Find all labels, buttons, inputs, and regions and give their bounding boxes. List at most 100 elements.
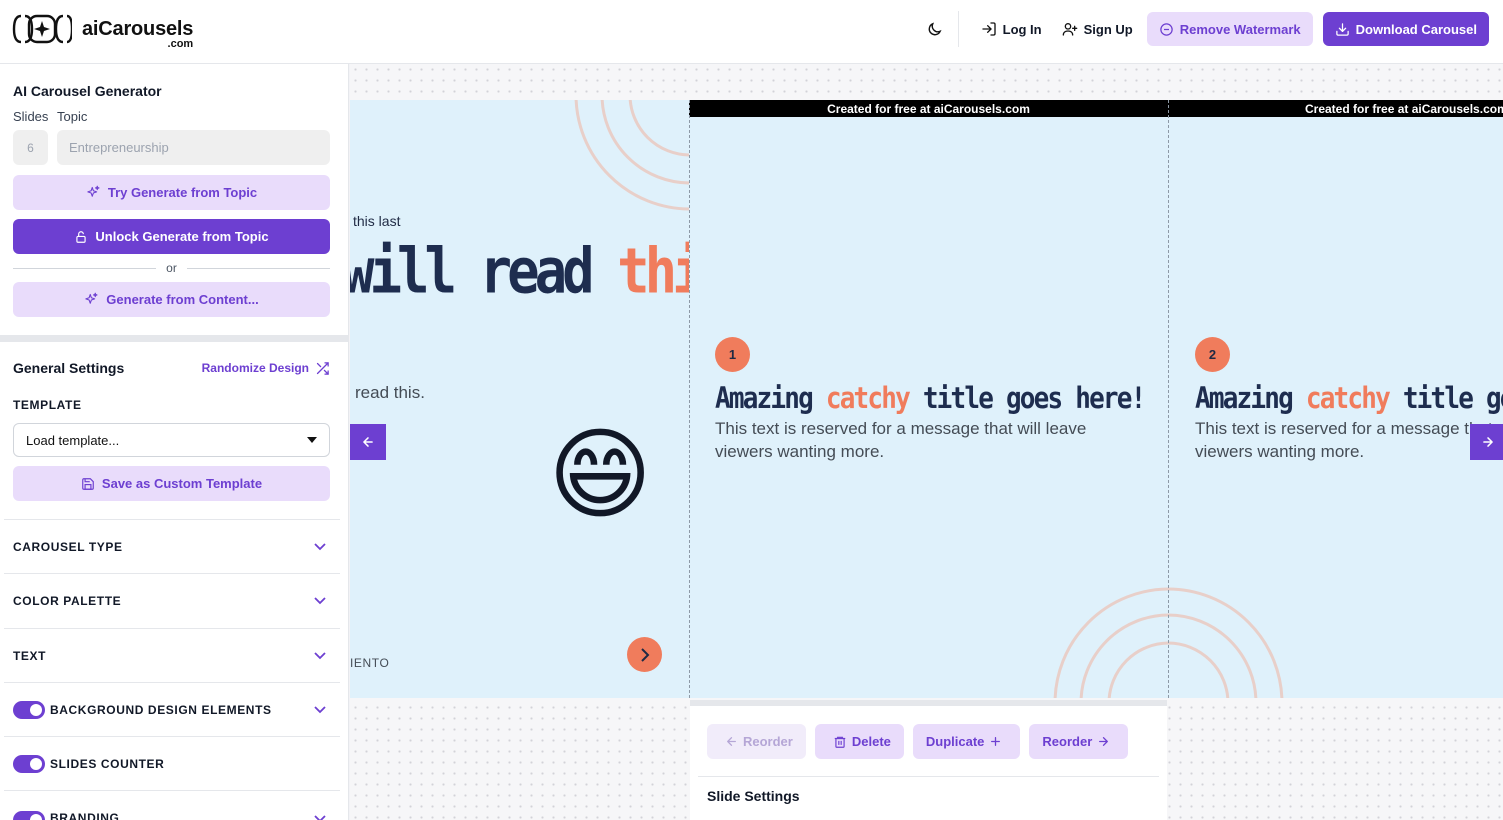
arrow-left-icon: [363, 437, 373, 447]
or-label: or: [166, 261, 177, 275]
accordion-background-design-elements[interactable]: BACKGROUND DESIGN ELEMENTS: [4, 682, 340, 736]
accordion-label: BACKGROUND DESIGN ELEMENTS: [50, 702, 272, 717]
delete-label: Delete: [851, 734, 891, 749]
brand-logo[interactable]: aiCarousels .com: [12, 14, 193, 50]
slide-boundary: [1168, 100, 1169, 698]
save-template-label: Save as Custom Template: [101, 476, 263, 491]
emoji-image: 😄: [548, 419, 653, 531]
sparkles-icon: [87, 185, 100, 197]
signup-button[interactable]: Sign Up: [1054, 12, 1141, 46]
signup-label: Sign Up: [1083, 21, 1133, 37]
slides-count-input[interactable]: 6: [13, 130, 48, 165]
slide-number-badge: 1: [715, 337, 750, 372]
slide-title: Amazing catchy title goes here!: [1195, 382, 1503, 416]
arc-decoration: [574, 100, 689, 211]
accordion-branding[interactable]: BRANDING: [4, 790, 340, 820]
reorder-left-button[interactable]: Reorder: [707, 724, 806, 759]
randomize-design-button[interactable]: Randomize Design: [202, 361, 330, 376]
duplicate-slide-button[interactable]: Duplicate: [912, 724, 1021, 759]
chevron-right-icon: [640, 647, 649, 662]
slide-body-line: This text is reserved for a message that…: [715, 419, 1087, 438]
brand-suffix: .com: [167, 37, 194, 50]
download-carousel-button[interactable]: Download Carousel: [1322, 12, 1489, 46]
save-icon: [82, 477, 94, 490]
scroll-left-button[interactable]: [350, 424, 386, 460]
accordion-carousel-type[interactable]: CAROUSEL TYPE: [4, 519, 340, 573]
minus-circle-icon: [1159, 22, 1173, 36]
trash-icon: [834, 736, 846, 748]
delete-slide-button[interactable]: Delete: [814, 724, 904, 759]
login-label: Log In: [1002, 21, 1042, 37]
arc-decoration: [1053, 587, 1168, 698]
slide-body: This text is reserved for a message that…: [1195, 417, 1503, 463]
scroll-right-button[interactable]: [1470, 424, 1503, 460]
top-header: aiCarousels .com Log In Sign Up Remove W…: [0, 0, 1503, 64]
chevron-down-icon: [314, 651, 326, 659]
slides-counter-toggle[interactable]: [13, 754, 45, 773]
intro-slide[interactable]: this last will read this read this. 😄 IE…: [350, 100, 689, 698]
general-settings-section: General Settings Randomize Design TEMPLA…: [0, 342, 348, 501]
slides-label: Slides: [13, 109, 49, 124]
generate-content-label: Generate from Content...: [106, 292, 259, 307]
arrow-right-icon: [1483, 437, 1493, 447]
duplicate-label: Duplicate: [925, 734, 985, 749]
remove-watermark-button[interactable]: Remove Watermark: [1146, 12, 1313, 46]
chevron-down-icon: [314, 705, 326, 713]
branding-toggle[interactable]: [13, 811, 45, 820]
watermark-banner: Created for free at aiCarousels.com: [689, 100, 1168, 117]
generator-section: AI Carousel Generator Slides Topic 6 Ent…: [0, 64, 348, 317]
chevron-down-icon: [314, 542, 326, 550]
user-plus-icon: [1062, 23, 1077, 36]
slide-settings-title: Slide Settings: [707, 788, 800, 804]
slide-title: Amazing catchy title goes here!: [715, 382, 1146, 416]
intro-footer-text: IENTO: [350, 656, 390, 670]
slide-title-part2: title goes here!: [922, 382, 1146, 416]
slide-1[interactable]: 1 Amazing catchy title goes here! This t…: [689, 100, 1168, 698]
or-divider: or: [13, 261, 331, 275]
intro-title: will read this: [350, 235, 689, 307]
login-icon: [981, 22, 996, 36]
lock-icon: [76, 230, 87, 243]
reorder-right-button[interactable]: Reorder: [1029, 724, 1129, 759]
slide-body-line: viewers wanting more.: [715, 442, 885, 461]
reorder-right-label: Reorder: [1042, 734, 1093, 749]
accordion-slides-counter[interactable]: SLIDES COUNTER: [4, 736, 340, 790]
caret-down-icon: [307, 437, 317, 443]
carousel-canvas: this last will read this read this. 😄 IE…: [350, 64, 1503, 820]
accordion-label: COLOR PALETTE: [13, 593, 122, 608]
try-generate-label: Try Generate from Topic: [107, 185, 258, 200]
accordion-text[interactable]: TEXT: [4, 628, 340, 682]
logo-mark-icon: [12, 14, 72, 44]
slide-title-part1: Amazing: [715, 382, 814, 416]
slide-boundary: [689, 100, 690, 698]
accordion-label: BRANDING: [50, 811, 120, 820]
accordion-color-palette[interactable]: COLOR PALETTE: [4, 573, 340, 627]
randomize-label: Randomize Design: [201, 361, 309, 375]
template-select[interactable]: Load template...: [13, 423, 330, 457]
intro-body: read this.: [355, 383, 425, 402]
arc-decoration: [1168, 587, 1284, 698]
try-generate-topic-button[interactable]: Try Generate from Topic: [13, 175, 330, 210]
slide-toolbar: Reorder Delete Duplicate Reorder Slide S…: [690, 700, 1167, 820]
watermark-banner: Created for free at aiCarousels.com: [1168, 100, 1503, 117]
background-elements-toggle[interactable]: [13, 700, 45, 719]
save-custom-template-button[interactable]: Save as Custom Template: [13, 466, 330, 501]
slide-title-part1: Amazing: [1195, 382, 1294, 416]
accordion-label: CAROUSEL TYPE: [13, 539, 123, 554]
unlock-generate-topic-button[interactable]: Unlock Generate from Topic: [13, 219, 330, 254]
dark-mode-toggle[interactable]: [918, 12, 952, 46]
next-slide-bubble: [627, 637, 662, 672]
topic-input[interactable]: Entrepreneurship: [57, 130, 330, 165]
slide-2[interactable]: 2 Amazing catchy title goes here! This t…: [1168, 100, 1503, 698]
slide-body: This text is reserved for a message that…: [715, 417, 1086, 463]
unlock-generate-label: Unlock Generate from Topic: [95, 229, 269, 244]
remove-watermark-label: Remove Watermark: [1179, 21, 1301, 37]
header-divider: [957, 11, 959, 47]
accordion-label: SLIDES COUNTER: [50, 756, 165, 771]
generate-from-content-button[interactable]: Generate from Content...: [13, 282, 330, 317]
intro-title-part1: will read: [350, 235, 595, 308]
topic-label: Topic: [57, 109, 88, 124]
slide-body-line: This text is reserved for a message that…: [1195, 419, 1503, 438]
login-button[interactable]: Log In: [973, 12, 1050, 46]
download-label: Download Carousel: [1355, 21, 1477, 37]
